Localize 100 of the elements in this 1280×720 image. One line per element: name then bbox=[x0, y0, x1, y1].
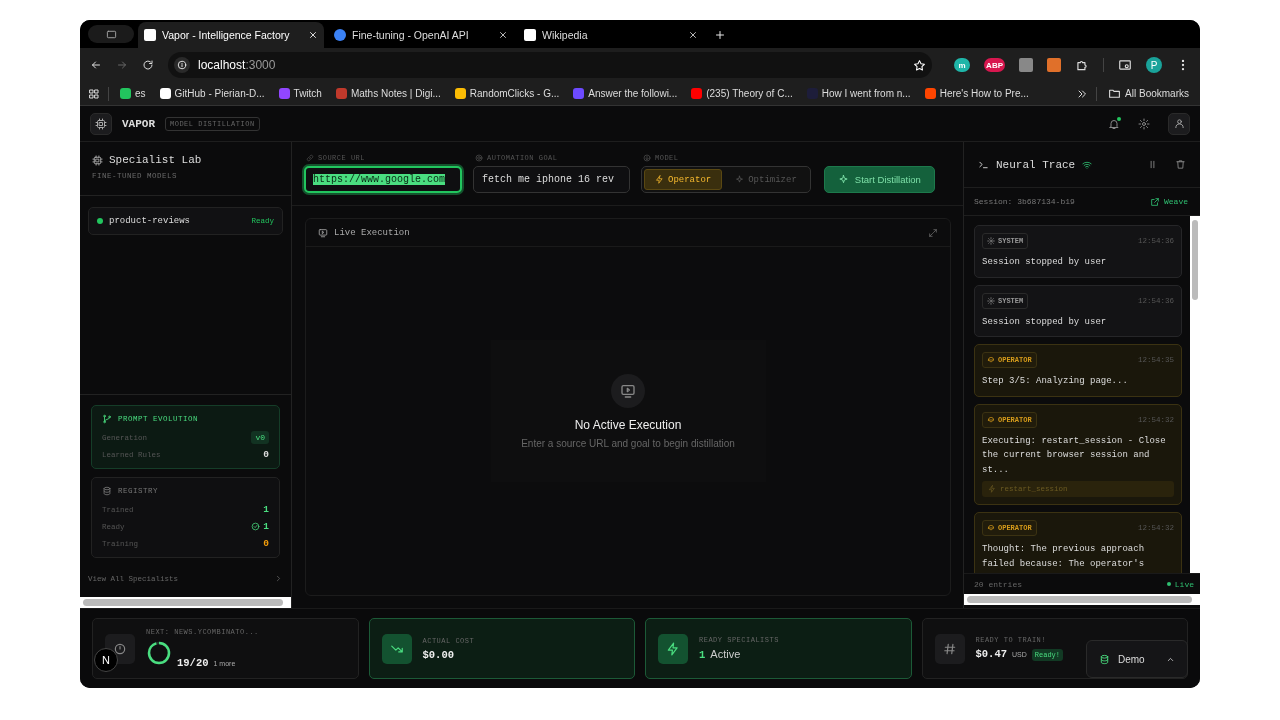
browser-tab[interactable]: Fine-tuning - OpenAI API bbox=[328, 22, 514, 48]
square-favicon-icon bbox=[524, 29, 536, 41]
url-field[interactable]: https://www.google.com bbox=[304, 166, 462, 193]
puzzle-icon[interactable] bbox=[1075, 58, 1089, 72]
branch-icon bbox=[102, 414, 112, 424]
bolt-icon bbox=[655, 175, 664, 184]
reload-icon[interactable] bbox=[142, 59, 154, 71]
entry-text: Step 3/5: Analyzing page... bbox=[982, 375, 1129, 388]
square-favicon-icon bbox=[144, 29, 156, 41]
scrollbar[interactable] bbox=[80, 597, 291, 608]
entry-text: Executing: restart_session - Close the current browser session and st... bbox=[982, 434, 1167, 477]
browser-tab[interactable]: Vapor - Intelligence Factory bbox=[138, 22, 324, 48]
progress-ring bbox=[146, 640, 172, 666]
bookmark[interactable]: Maths Notes | Digi... bbox=[332, 86, 444, 101]
bookmark[interactable]: es bbox=[117, 86, 149, 101]
empty-state-title: No Active Execution bbox=[574, 417, 682, 432]
panel-title: Neural Trace bbox=[996, 158, 1076, 171]
sparkle-icon bbox=[735, 175, 745, 184]
start-distillation-button[interactable]: Start Distillation bbox=[823, 166, 935, 193]
weave-link[interactable]: Weave bbox=[1150, 196, 1188, 207]
empty-state-hint: Enter a source URL and goal to begin distillation bbox=[521, 437, 735, 449]
stat-value: 19/20 bbox=[177, 657, 209, 669]
user-button[interactable] bbox=[1168, 112, 1190, 135]
bookmark[interactable]: Answer the followi... bbox=[570, 86, 681, 101]
pause-icon[interactable] bbox=[1147, 159, 1158, 170]
bookmark[interactable]: (235) Theory of C... bbox=[688, 86, 796, 101]
model-icon bbox=[643, 154, 651, 162]
trash-icon[interactable] bbox=[1175, 159, 1186, 170]
demo-dropdown[interactable]: Demo bbox=[1086, 640, 1188, 678]
close-icon[interactable] bbox=[308, 30, 318, 40]
hash-icon bbox=[942, 641, 957, 656]
star-icon[interactable] bbox=[913, 58, 927, 72]
operator-icon bbox=[987, 415, 995, 424]
stat-value: 1 bbox=[699, 649, 706, 661]
session-id: Session: 3b687134-b19 bbox=[974, 197, 1075, 206]
bookmark[interactable]: GitHub - Pierian-D... bbox=[156, 86, 268, 101]
stat-value: $0.47 bbox=[975, 648, 1007, 660]
panel-title: Specialist Lab bbox=[109, 154, 202, 166]
all-bookmarks-button[interactable]: All Bookmarks bbox=[1105, 85, 1192, 102]
monitor-play-icon bbox=[318, 227, 328, 238]
info-icon bbox=[177, 60, 187, 70]
close-icon[interactable] bbox=[688, 30, 698, 40]
version-badge: v0 bbox=[251, 431, 269, 444]
user-icon bbox=[1173, 118, 1185, 129]
stat-value: 0 bbox=[263, 449, 269, 460]
database-icon bbox=[102, 486, 112, 496]
extension-icon[interactable]: ABP bbox=[984, 58, 1005, 72]
stat-value: 1 bbox=[263, 521, 269, 532]
operator-icon bbox=[987, 356, 995, 364]
notification-button[interactable] bbox=[1108, 117, 1120, 130]
target-icon bbox=[475, 154, 483, 162]
bolt-icon bbox=[666, 641, 680, 656]
bookmark[interactable]: Here's How to Pre... bbox=[921, 86, 1032, 101]
chip-icon bbox=[92, 154, 103, 166]
stat-value: 0 bbox=[263, 538, 269, 549]
browser-tab[interactable]: Wikipedia bbox=[518, 22, 704, 48]
operator-icon bbox=[987, 524, 995, 532]
terminal-icon bbox=[978, 159, 989, 170]
check-circle-icon bbox=[251, 522, 261, 531]
app-name: VAPOR bbox=[122, 117, 155, 130]
bolt-icon bbox=[988, 485, 996, 493]
specialist-name: product-reviews bbox=[109, 216, 190, 226]
entry-text: Session stopped by user bbox=[982, 256, 1108, 269]
bell-icon bbox=[1108, 117, 1120, 130]
stat-value: 1 bbox=[263, 504, 269, 515]
sparkle-icon bbox=[837, 174, 849, 185]
address-bar[interactable]: localhost:3000 bbox=[168, 52, 933, 78]
scrollbar[interactable] bbox=[1190, 216, 1200, 573]
tab-search-button[interactable] bbox=[88, 25, 134, 43]
scrollbar[interactable] bbox=[964, 594, 1200, 605]
link-icon bbox=[306, 154, 314, 162]
circle-favicon-icon bbox=[334, 29, 346, 41]
wifi-icon bbox=[1082, 159, 1093, 170]
folder-icon bbox=[1108, 87, 1122, 100]
stat-value: $0.00 bbox=[422, 648, 454, 661]
chevrons-icon[interactable] bbox=[1076, 87, 1089, 100]
new-tab-icon[interactable] bbox=[714, 29, 726, 41]
database-icon bbox=[1099, 653, 1110, 665]
clock-icon bbox=[113, 641, 127, 656]
apps-icon[interactable] bbox=[88, 87, 100, 100]
entry-text: Thought: The previous approach failed because: The operator's bbox=[982, 543, 1146, 571]
panel-title: Live Execution bbox=[334, 227, 410, 238]
model-option[interactable]: Operator bbox=[644, 169, 723, 190]
tab-search-icon[interactable] bbox=[1118, 58, 1132, 72]
live-indicator: Live bbox=[1166, 579, 1194, 589]
external-link-icon bbox=[1150, 196, 1160, 207]
chevron-right-icon bbox=[274, 574, 283, 583]
stat-unit: Active bbox=[710, 648, 741, 660]
bookmark[interactable]: RandomClicks - G... bbox=[451, 86, 563, 101]
monitor-play-icon bbox=[620, 382, 636, 399]
window-icon bbox=[105, 28, 117, 40]
goal-field[interactable]: fetch me iphone 16 rev bbox=[473, 166, 630, 193]
bookmark[interactable]: Twitch bbox=[275, 86, 325, 101]
bookmark[interactable]: How I went from n... bbox=[803, 86, 914, 101]
close-icon[interactable] bbox=[498, 30, 508, 40]
back-icon[interactable] bbox=[90, 59, 102, 71]
entry-text: Session stopped by user bbox=[982, 315, 1108, 329]
expand-icon[interactable] bbox=[928, 227, 938, 238]
entry-count: 20 entries bbox=[974, 579, 1022, 589]
chip-icon bbox=[95, 117, 107, 130]
